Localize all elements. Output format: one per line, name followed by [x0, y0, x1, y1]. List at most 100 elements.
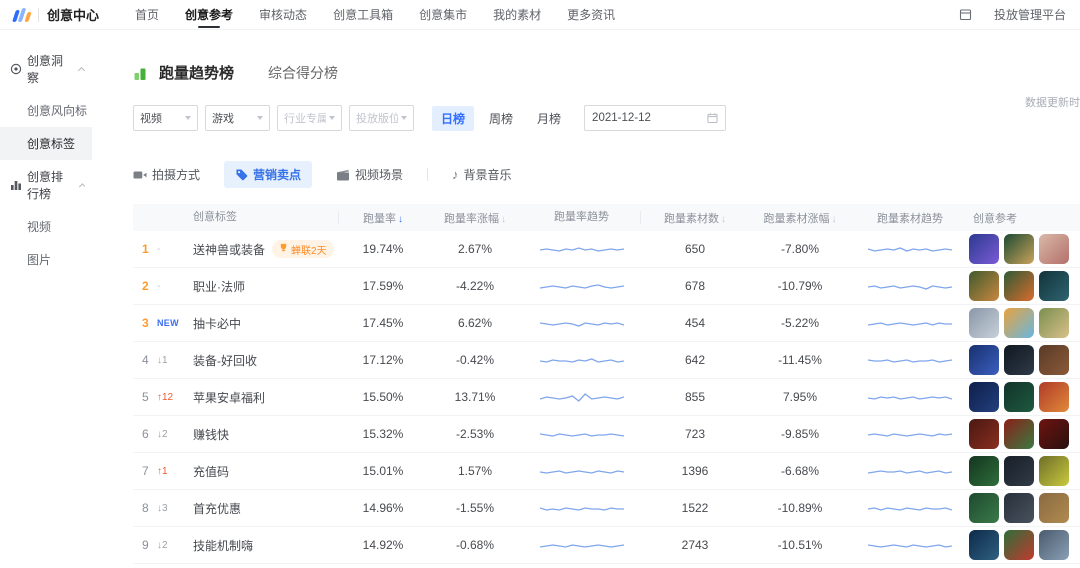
row-expand-chevron[interactable]: › [1073, 241, 1080, 258]
sidebar-group-label: 创意排行榜 [27, 168, 75, 202]
materials-trend-sparkline [851, 349, 969, 371]
sidebar-group-1[interactable]: 创意洞察 [0, 44, 92, 94]
table-row-9: 9↓2技能机制嗨14.92%-0.68%2743-10.51%› [133, 527, 1080, 564]
creative-thumbnail[interactable] [1039, 530, 1069, 560]
col-header-2[interactable]: 跑量率↓ [339, 210, 427, 226]
sort-down-icon[interactable]: ↓ [832, 214, 837, 225]
nav-item-2[interactable]: 创意参考 [185, 0, 233, 29]
row-expand-chevron[interactable]: › [1073, 537, 1080, 554]
insight-icon [10, 63, 22, 75]
filter-select-3[interactable]: 行业专属 [277, 105, 342, 131]
nav-item-3[interactable]: 审核动态 [259, 0, 307, 29]
logo[interactable]: 创意中心 [14, 5, 99, 24]
sort-down-icon[interactable]: ↓ [398, 214, 403, 225]
creative-thumbnail[interactable] [1039, 308, 1069, 338]
tag-name-cell[interactable]: 抽卡必中 [189, 315, 339, 332]
date-picker[interactable] [584, 105, 726, 131]
sidebar-item-创意风向标[interactable]: 创意风向标 [0, 94, 92, 127]
materials-count: 1396 [641, 464, 749, 478]
tag-name-cell[interactable]: 首充优惠 [189, 500, 339, 517]
row-expand-chevron[interactable]: › [1073, 426, 1080, 443]
creative-thumbnail[interactable] [969, 419, 999, 449]
tag-name-cell[interactable]: 赚钱快 [189, 426, 339, 443]
tag-name-cell[interactable]: 装备-好回收 [189, 352, 339, 369]
creative-thumbnail[interactable] [1004, 271, 1034, 301]
creative-thumbnail[interactable] [969, 456, 999, 486]
sort-down-icon[interactable]: ↓ [501, 214, 506, 225]
filter-select-2[interactable]: 游戏 [205, 105, 270, 131]
nav-item-4[interactable]: 创意工具箱 [333, 0, 393, 29]
creative-thumbnail[interactable] [969, 382, 999, 412]
row-expand-chevron[interactable]: › [1073, 315, 1080, 332]
creative-thumbnail[interactable] [969, 530, 999, 560]
row-expand-chevron[interactable]: › [1073, 389, 1080, 406]
creative-thumbnail[interactable] [1004, 308, 1034, 338]
tag-name: 技能机制嗨 [193, 537, 253, 554]
page-tab-1[interactable]: 跑量趋势榜 [159, 62, 234, 83]
row-expand-chevron[interactable]: › [1073, 352, 1080, 369]
period-tab-2[interactable]: 周榜 [480, 106, 522, 131]
filter-select-1[interactable]: 视频 [133, 105, 198, 131]
creative-thumbnail[interactable] [969, 493, 999, 523]
creative-thumbnail[interactable] [1039, 456, 1069, 486]
ranking-table: 创意标签跑量率↓跑量率涨幅↓跑量率趋势跑量素材数↓跑量素材涨幅↓跑量素材趋势创意… [133, 204, 1080, 564]
nav-item-7[interactable]: 更多资讯 [567, 0, 615, 29]
sidebar-item-视频[interactable]: 视频 [0, 210, 92, 243]
creative-thumbnail[interactable] [1004, 419, 1034, 449]
materials-change-value: -6.68% [749, 464, 851, 478]
tag-tabs: 拍摄方式营销卖点视频场景 ♪背景音乐 [133, 161, 1080, 188]
creative-thumbnail[interactable] [1004, 493, 1034, 523]
sidebar-group-2[interactable]: 创意排行榜 [0, 160, 92, 210]
creative-thumbnail[interactable] [1004, 234, 1034, 264]
creative-thumbnail[interactable] [1039, 493, 1069, 523]
nav-item-6[interactable]: 我的素材 [493, 0, 541, 29]
period-tab-3[interactable]: 月榜 [528, 106, 570, 131]
creative-thumbnails [969, 345, 1073, 375]
creative-thumbnail[interactable] [1039, 234, 1069, 264]
topnav-items: 首页创意参考审核动态创意工具箱创意集市我的素材更多资讯 [135, 0, 615, 29]
rate-value: 14.96% [339, 501, 427, 515]
tag-name-cell[interactable]: 苹果安卓福利 [189, 389, 339, 406]
creative-thumbnail[interactable] [1004, 456, 1034, 486]
tag-tab-1[interactable]: 拍摄方式 [133, 161, 200, 188]
nav-item-5[interactable]: 创意集市 [419, 0, 467, 29]
tag-tab-3[interactable]: 视频场景 [336, 161, 403, 188]
creative-thumbnail[interactable] [1004, 530, 1034, 560]
col-header-3[interactable]: 跑量率涨幅↓ [427, 210, 523, 226]
tag-name-cell[interactable]: 充值码 [189, 463, 339, 480]
date-input[interactable] [592, 112, 707, 124]
filter-select-4[interactable]: 投放版位 [349, 105, 414, 131]
creative-thumbnail[interactable] [1039, 271, 1069, 301]
page-tab-2[interactable]: 综合得分榜 [268, 63, 338, 83]
sort-down-icon[interactable]: ↓ [721, 214, 726, 225]
row-expand-chevron[interactable]: › [1073, 278, 1080, 295]
tag-name-cell[interactable]: 职业·法师 [189, 278, 339, 295]
creative-thumbnail[interactable] [1039, 345, 1069, 375]
creative-thumbnail[interactable] [1039, 419, 1069, 449]
creative-thumbnail[interactable] [969, 234, 999, 264]
tag-name-cell[interactable]: 技能机制嗨 [189, 537, 339, 554]
sidebar-item-创意标签[interactable]: 创意标签 [0, 127, 92, 160]
materials-count: 650 [641, 242, 749, 256]
creative-thumbnail[interactable] [969, 271, 999, 301]
tag-tab-2[interactable]: 营销卖点 [224, 161, 312, 188]
brand-title: 创意中心 [47, 5, 99, 24]
creative-thumbnail[interactable] [969, 345, 999, 375]
tab-divider [427, 168, 428, 181]
period-tab-1[interactable]: 日榜 [432, 106, 474, 131]
creative-thumbnail[interactable] [1004, 345, 1034, 375]
tag-tab-4[interactable]: ♪背景音乐 [452, 161, 512, 188]
camera-icon [133, 169, 147, 181]
tag-name-cell[interactable]: 送神兽或装备蝉联2天 [189, 240, 339, 258]
row-expand-chevron[interactable]: › [1073, 463, 1080, 480]
creative-thumbnail[interactable] [1039, 382, 1069, 412]
creative-thumbnail[interactable] [1004, 382, 1034, 412]
row-expand-chevron[interactable]: › [1073, 500, 1080, 517]
col-header-6[interactable]: 跑量素材涨幅↓ [749, 210, 851, 226]
sidebar-item-图片[interactable]: 图片 [0, 243, 92, 276]
platform-link[interactable]: 投放管理平台 [994, 6, 1066, 23]
col-header-5[interactable]: 跑量素材数↓ [641, 210, 749, 226]
nav-item-1[interactable]: 首页 [135, 0, 159, 29]
creative-thumbnail[interactable] [969, 308, 999, 338]
calendar-app-icon[interactable] [959, 8, 972, 21]
